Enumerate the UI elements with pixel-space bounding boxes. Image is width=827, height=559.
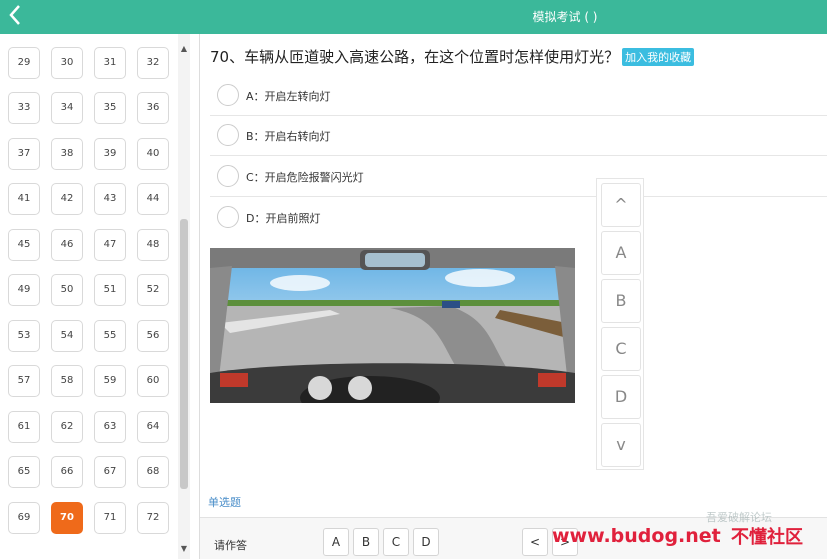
page-title: 模拟考试 ( ) [532,10,598,24]
radio-icon[interactable] [217,84,239,106]
scroll-down-arrow[interactable]: ▼ [178,544,190,553]
answer-d-button[interactable]: D [413,528,439,556]
radio-icon[interactable] [217,165,239,187]
question-number-72[interactable]: 72 [137,501,169,534]
answer-panel-a[interactable]: A [601,231,641,275]
previous-button[interactable]: < [522,528,548,556]
question-number-30[interactable]: 30 [51,46,83,79]
question-number-34[interactable]: 34 [51,92,83,124]
watermark-brand: 不懂社区 [731,527,803,548]
question-number-53[interactable]: 53 [8,319,40,352]
scroll-thumb[interactable] [180,219,188,489]
answer-panel-b[interactable]: B [601,279,641,323]
question-number-45[interactable]: 45 [8,228,40,261]
question-number-40[interactable]: 40 [137,137,169,170]
option-b[interactable]: B：开启右转向灯 [210,116,827,156]
question-number-65[interactable]: 65 [8,456,40,488]
add-favorite-button[interactable]: 加入我的收藏 [622,48,695,66]
answer-panel-down[interactable]: v [601,423,641,467]
question-number-71[interactable]: 71 [94,501,126,534]
answer-hint: 请作答 [214,539,247,552]
option-d[interactable]: D：开启前照灯 [210,198,827,238]
question-title: 70、车辆从匝道驶入高速公路，在这个位置时怎样使用灯光？ [210,48,620,66]
question-number-55[interactable]: 55 [94,319,126,352]
question-number-66[interactable]: 66 [51,456,83,488]
question-text: 70、车辆从匝道驶入高速公路，在这个位置时怎样使用灯光？ 加入我的收藏 [210,46,695,67]
option-text: B：开启右转向灯 [246,130,331,143]
question-number-44[interactable]: 44 [137,183,169,215]
question-number-sidebar: 2526272829303132333435363738394041424344… [0,34,200,559]
question-number-38[interactable]: 38 [51,137,83,170]
question-number-54[interactable]: 54 [51,319,83,352]
question-number-64[interactable]: 64 [137,410,169,443]
back-button[interactable] [8,4,32,30]
question-number-68[interactable]: 68 [137,456,169,488]
question-number-49[interactable]: 49 [8,274,40,306]
question-number-37[interactable]: 37 [8,137,40,170]
answer-c-button[interactable]: C [383,528,409,556]
scroll-up-arrow[interactable]: ▲ [178,44,190,53]
answer-panel-up[interactable]: ^ [601,183,641,227]
answer-b-button[interactable]: B [353,528,379,556]
answer-a-button[interactable]: A [323,528,349,556]
question-number-32[interactable]: 32 [137,46,169,79]
question-area: 70、车辆从匝道驶入高速公路，在这个位置时怎样使用灯光？ 加入我的收藏 A：开启左… [200,34,827,559]
question-number-50[interactable]: 50 [51,274,83,306]
question-number-57[interactable]: 57 [8,365,40,397]
question-number-52[interactable]: 52 [137,274,169,306]
question-number-58[interactable]: 58 [51,365,83,397]
question-number-63[interactable]: 63 [94,410,126,443]
chevron-left-icon [9,5,20,25]
question-image [210,248,575,403]
question-type-label: 单选题 [208,496,241,509]
question-number-29[interactable]: 29 [8,46,40,79]
answer-panel-d[interactable]: D [601,375,641,419]
radio-icon[interactable] [217,206,239,228]
question-number-59[interactable]: 59 [94,365,126,397]
answer-panel: ^ A B C D v [596,178,644,470]
radio-icon[interactable] [217,124,239,146]
option-a[interactable]: A：开启左转向灯 [210,76,827,116]
question-number-33[interactable]: 33 [8,92,40,124]
watermark-site: www.budog.net [552,525,721,547]
option-c[interactable]: C：开启危险报警闪光灯 [210,157,827,197]
answer-panel-c[interactable]: C [601,327,641,371]
question-number-35[interactable]: 35 [94,92,126,124]
scrollbar[interactable]: ▲ ▼ [178,34,190,559]
question-number-67[interactable]: 67 [94,456,126,488]
question-number-39[interactable]: 39 [94,137,126,170]
option-text: C：开启危险报警闪光灯 [246,171,364,184]
option-text: A：开启左转向灯 [246,90,331,103]
question-number-43[interactable]: 43 [94,183,126,215]
question-number-62[interactable]: 62 [51,410,83,443]
question-number-70[interactable]: 70 [51,501,83,534]
top-bar: 模拟考试 ( ) [0,0,827,34]
option-text: D：开启前照灯 [246,212,321,225]
question-number-41[interactable]: 41 [8,183,40,215]
question-number-61[interactable]: 61 [8,410,40,443]
question-number-31[interactable]: 31 [94,46,126,79]
question-number-69[interactable]: 69 [8,501,40,534]
question-number-51[interactable]: 51 [94,274,126,306]
question-number-42[interactable]: 42 [51,183,83,215]
question-number-60[interactable]: 60 [137,365,169,397]
question-number-48[interactable]: 48 [137,228,169,261]
question-number-46[interactable]: 46 [51,228,83,261]
question-number-56[interactable]: 56 [137,319,169,352]
question-number-36[interactable]: 36 [137,92,169,124]
question-number-47[interactable]: 47 [94,228,126,261]
